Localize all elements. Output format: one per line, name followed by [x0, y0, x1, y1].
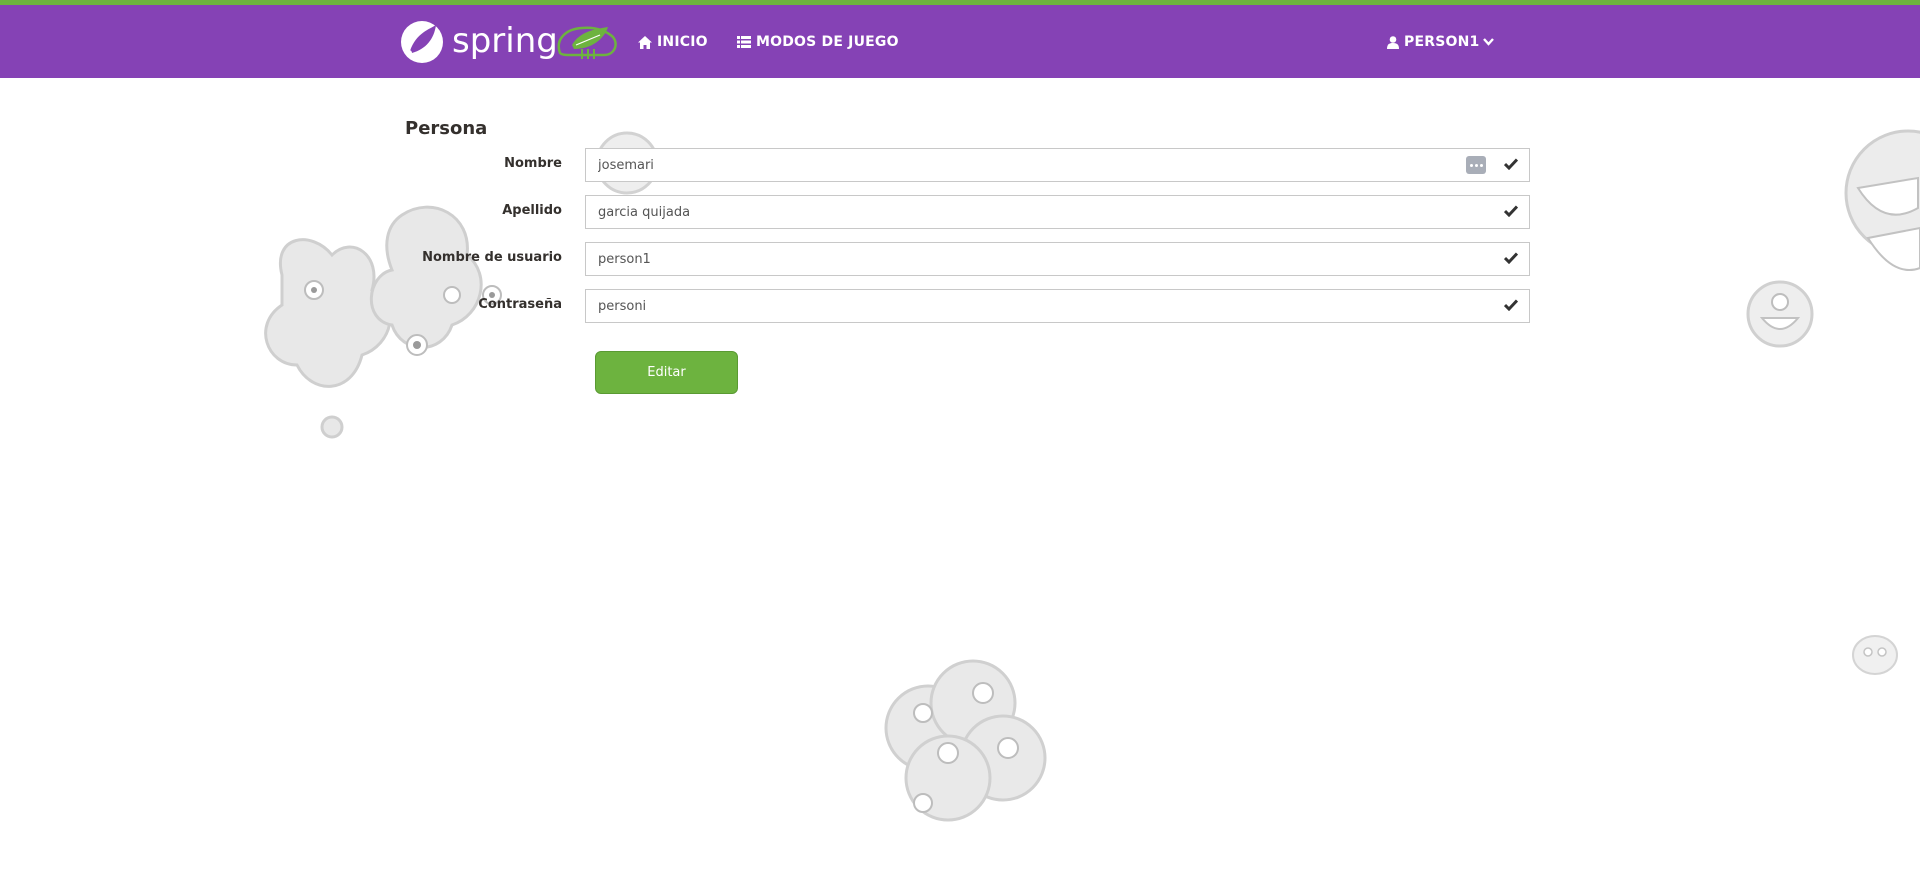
more-icon[interactable] — [1466, 156, 1486, 174]
brand-text: spring — [452, 21, 558, 61]
page-title: Persona — [405, 118, 488, 139]
spring-logo[interactable]: spring — [400, 15, 620, 69]
monster-illustration-bottom — [884, 659, 1047, 822]
check-icon — [1504, 158, 1518, 170]
spring-logo-icon: spring — [401, 21, 617, 63]
monster-illustration-right — [1844, 129, 1920, 271]
form-row-nombre: Nombre — [405, 148, 1530, 182]
monster-illustration-small-right — [1746, 280, 1814, 348]
list-icon — [737, 36, 751, 48]
chevron-down-icon — [1483, 38, 1495, 46]
navbar: spring Inicio Modos de juego person1 — [0, 5, 1920, 78]
apellido-input[interactable] — [585, 195, 1530, 229]
check-icon — [1504, 205, 1518, 217]
apellido-label: Apellido — [502, 203, 562, 218]
user-icon — [1387, 35, 1399, 49]
user-menu-label: person1 — [1404, 34, 1480, 50]
password-label: Contraseña — [478, 297, 562, 312]
form-row-contrasena: Contraseña — [405, 289, 1530, 323]
username-label: Nombre de usuario — [422, 250, 562, 265]
check-icon — [1504, 252, 1518, 264]
editar-button[interactable]: Editar — [595, 351, 738, 394]
home-icon — [638, 35, 652, 49]
nombre-label: Nombre — [504, 156, 562, 171]
nav-modos-de-juego[interactable]: Modos de juego — [737, 30, 899, 54]
nombre-input[interactable] — [585, 148, 1530, 182]
user-menu[interactable]: person1 — [1387, 30, 1499, 54]
check-icon — [1504, 299, 1518, 311]
password-input[interactable] — [585, 289, 1530, 323]
form-row-apellido: Apellido — [405, 195, 1530, 229]
monster-illustration-tiny — [1852, 635, 1898, 675]
nav-modos-label: Modos de juego — [756, 34, 899, 50]
form-row-nombre-de-usuario: Nombre de usuario — [405, 242, 1530, 276]
nav-inicio[interactable]: Inicio — [638, 30, 708, 54]
nav-inicio-label: Inicio — [657, 34, 708, 50]
username-input[interactable] — [585, 242, 1530, 276]
